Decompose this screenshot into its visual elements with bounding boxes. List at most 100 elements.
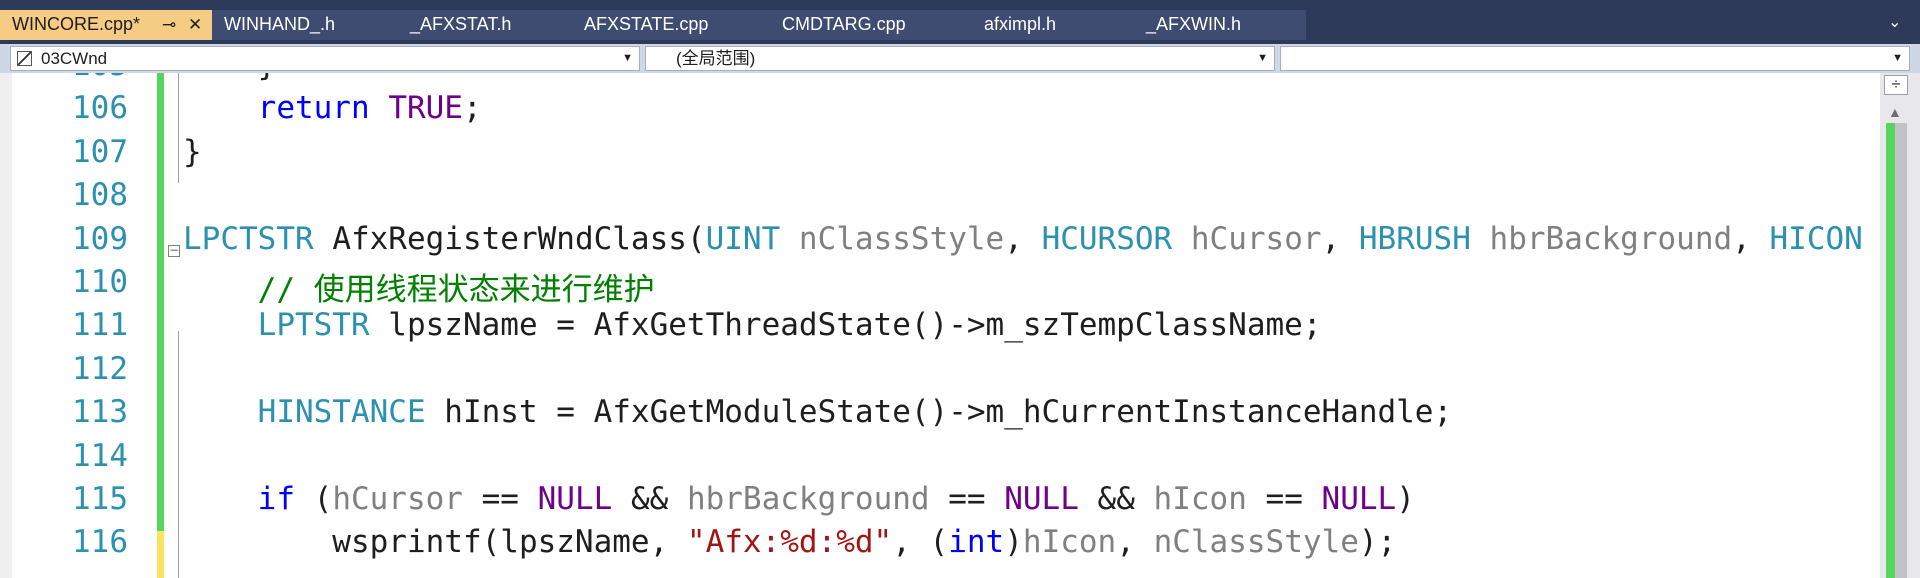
line-number: 111 bbox=[72, 307, 128, 344]
code-token: hIcon bbox=[1153, 481, 1247, 517]
code-line[interactable]: 113 HINSTANCE hInst = AfxGetModuleState(… bbox=[0, 394, 1880, 437]
tab-afxstat-h[interactable]: _AFXSTAT.h bbox=[402, 10, 572, 40]
close-icon[interactable]: ✕ bbox=[188, 10, 202, 39]
tab-label: WINHAND_.h bbox=[224, 14, 336, 34]
code-token: NULL bbox=[1004, 481, 1079, 517]
code-token: , ( bbox=[892, 524, 949, 561]
code-token: LPTSTR bbox=[257, 307, 370, 344]
scroll-up-icon[interactable]: ▲ bbox=[1888, 104, 1902, 120]
tab-afximpl-h[interactable]: afximpl.h bbox=[970, 10, 1138, 40]
code-editor[interactable]: − 105 }106 return TRUE;107}108109LPCTSTR… bbox=[0, 73, 1920, 578]
code-line[interactable]: 111 LPTSTR lpszName = AfxGetThreadState(… bbox=[0, 307, 1880, 350]
code-text: } bbox=[183, 73, 277, 83]
code-token: , bbox=[1004, 220, 1042, 257]
code-text: // 使用线程状态来进行维护 bbox=[183, 264, 655, 309]
navigation-bar: 03CWnd ▼ (全局范围) ▼ ▼ bbox=[0, 44, 1920, 73]
member-dropdown[interactable]: ▼ bbox=[1280, 46, 1910, 71]
code-token: HICON bbox=[1769, 220, 1863, 257]
code-token: LPCTSTR bbox=[183, 220, 314, 257]
tab-winhand-h[interactable]: WINHAND_.h bbox=[212, 10, 402, 40]
chevron-down-icon: ▼ bbox=[622, 52, 633, 64]
code-token: NULL bbox=[537, 481, 613, 517]
code-token: if bbox=[257, 481, 295, 517]
code-line[interactable]: 110 // 使用线程状态来进行维护 bbox=[0, 264, 1880, 309]
code-line[interactable]: 115 if (hCursor == NULL && hbrBackground… bbox=[0, 481, 1880, 524]
tab-wincore-cpp[interactable]: WINCORE.cpp* ⊸ ✕ bbox=[0, 10, 212, 40]
code-token: ( bbox=[294, 481, 333, 517]
code-token: ) bbox=[1396, 481, 1415, 517]
code-token: hbrBackground bbox=[686, 481, 930, 517]
code-text: } bbox=[183, 134, 202, 170]
line-number: 109 bbox=[72, 220, 128, 257]
tab-label: afximpl.h bbox=[984, 14, 1057, 34]
code-line[interactable]: 109 LPCTSTR AfxRegisterWndClass(UINT nCla… bbox=[0, 220, 1920, 264]
project-dropdown-value: 03CWnd bbox=[41, 49, 108, 68]
code-token: , bbox=[1116, 524, 1154, 561]
line-number: 116 bbox=[72, 524, 128, 561]
code-token: HINSTANCE bbox=[257, 394, 426, 431]
split-icon[interactable]: ÷ bbox=[1884, 75, 1908, 95]
code-token: hIcon bbox=[1022, 524, 1117, 561]
code-line[interactable]: 114 bbox=[0, 438, 1880, 481]
code-token: UINT bbox=[705, 220, 781, 257]
tab-label: AFXSTATE.cpp bbox=[584, 14, 709, 34]
code-token: ; bbox=[462, 90, 482, 127]
code-token: lpszName = AfxGetThreadState()->m_szTemp… bbox=[369, 307, 1322, 344]
code-token: int bbox=[948, 524, 1005, 561]
code-token: return bbox=[257, 90, 370, 127]
code-token: hInst = AfxGetModuleState()->m_hCurrentI… bbox=[425, 394, 1453, 431]
tab-label: _AFXWIN.h bbox=[1146, 14, 1242, 34]
line-number: 105 bbox=[30, 73, 128, 83]
chevron-down-icon: ▼ bbox=[1892, 52, 1903, 64]
code-line[interactable]: 107} bbox=[0, 134, 1880, 177]
scope-dropdown[interactable]: (全局范围) ▼ bbox=[645, 46, 1275, 71]
line-number: 112 bbox=[72, 350, 128, 387]
code-text: return TRUE; bbox=[183, 90, 482, 126]
code-line[interactable]: 105 } bbox=[0, 73, 1880, 90]
tab-label: WINCORE.cpp* bbox=[12, 14, 141, 34]
code-token: hCursor bbox=[1190, 220, 1322, 257]
tab-label: _AFXSTAT.h bbox=[410, 14, 512, 34]
project-icon bbox=[17, 51, 32, 66]
code-token: nClassStyle bbox=[1153, 524, 1359, 561]
tab-label: CMDTARG.cpp bbox=[782, 14, 906, 34]
code-line[interactable]: 108 bbox=[0, 177, 1880, 220]
project-dropdown[interactable]: 03CWnd ▼ bbox=[10, 46, 640, 71]
code-token: NULL bbox=[1321, 481, 1397, 517]
code-token: == bbox=[929, 481, 1005, 517]
code-text: LPTSTR lpszName = AfxGetThreadState()->m… bbox=[183, 307, 1322, 344]
tab-cmdtarg-cpp[interactable]: CMDTARG.cpp bbox=[770, 10, 970, 40]
code-token: } bbox=[183, 73, 277, 83]
code-token: && bbox=[1078, 481, 1154, 517]
pin-icon[interactable]: ⊸ bbox=[162, 10, 176, 39]
code-token: && bbox=[612, 481, 687, 517]
change-map bbox=[1886, 123, 1895, 578]
tab-afxwin-h[interactable]: _AFXWIN.h bbox=[1138, 10, 1306, 40]
code-line[interactable]: 106 return TRUE; bbox=[0, 90, 1880, 133]
code-token: , bbox=[1321, 220, 1359, 257]
vertical-scrollbar[interactable]: ÷ ▲ bbox=[1880, 73, 1920, 578]
code-line[interactable]: 112 bbox=[0, 351, 1880, 394]
code-token: wsprintf(lpszName, bbox=[183, 524, 687, 561]
code-text: wsprintf(lpszName, "Afx:%d:%d", (int)hIc… bbox=[183, 524, 1396, 560]
code-token: ) bbox=[1004, 524, 1023, 561]
chevron-down-icon[interactable]: ⌄ bbox=[1888, 12, 1901, 32]
code-line[interactable]: 116 wsprintf(lpszName, "Afx:%d:%d", (int… bbox=[0, 524, 1880, 567]
scroll-thumb[interactable] bbox=[1895, 123, 1907, 578]
line-number: 110 bbox=[72, 264, 128, 300]
line-number: 114 bbox=[72, 437, 128, 474]
tab-afxstate-cpp[interactable]: AFXSTATE.cpp bbox=[572, 10, 770, 40]
line-number: 113 bbox=[72, 394, 128, 431]
line-number: 107 bbox=[72, 133, 128, 170]
line-number: 106 bbox=[72, 90, 128, 127]
chevron-down-icon: ▼ bbox=[1257, 52, 1268, 64]
